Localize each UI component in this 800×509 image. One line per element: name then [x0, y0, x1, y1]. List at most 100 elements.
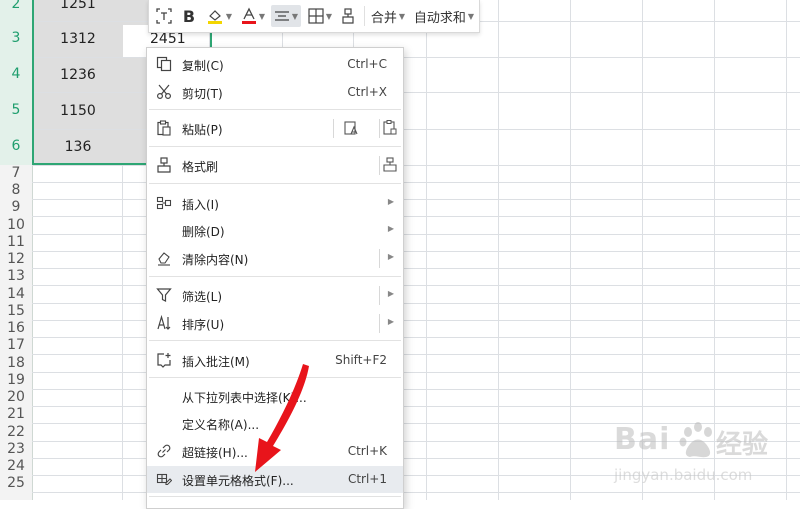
row-number[interactable]: 24 — [0, 458, 32, 474]
floating-toolbar: B ▼ ▼ ▼ ▼ 合并 ▼ 自动求和 ▼ — [148, 0, 480, 33]
cell-a2[interactable]: 1251 — [34, 0, 122, 12]
row-number[interactable]: 7 — [0, 165, 32, 181]
grid-vline — [570, 0, 571, 500]
eraser-icon — [155, 249, 173, 267]
autosum-button[interactable]: 自动求和 ▼ — [413, 5, 475, 27]
row-number[interactable]: 8 — [0, 182, 32, 198]
copy-icon — [155, 55, 173, 73]
format-painter-icon[interactable] — [337, 5, 359, 27]
row-number[interactable]: 5 — [0, 102, 32, 118]
row-number[interactable]: 12 — [0, 251, 32, 267]
scissors-icon — [155, 83, 173, 101]
row-number[interactable]: 19 — [0, 372, 32, 388]
row-number[interactable]: 16 — [0, 320, 32, 336]
submenu-arrow-icon: ▶ — [387, 289, 394, 298]
menu-item-format-painter[interactable]: 格式刷 — [147, 152, 403, 179]
menu-item-insert[interactable]: 插入(I) ▶ — [147, 190, 403, 217]
cell-a5[interactable]: 1150 — [34, 103, 122, 119]
align-center-button[interactable]: ▼ — [271, 5, 301, 27]
menu-label: 插入(I) — [182, 198, 219, 212]
borders-button[interactable]: ▼ — [305, 5, 335, 27]
menu-item-paste[interactable]: 粘贴(P) — [147, 115, 403, 142]
format-cells-icon — [155, 470, 173, 488]
row-number[interactable]: 14 — [0, 286, 32, 302]
sort-icon — [155, 314, 173, 332]
row-number[interactable]: 6 — [0, 138, 32, 154]
row-number[interactable]: 13 — [0, 268, 32, 284]
watermark-url: jingyan.baidu.com — [614, 466, 753, 484]
menu-separator — [149, 276, 401, 277]
insert-cells-icon — [155, 194, 173, 212]
row-number[interactable]: 3 — [0, 30, 32, 46]
red-arrow-annotation — [255, 364, 309, 472]
paste-values-icon[interactable] — [343, 119, 361, 137]
menu-label: 复制(C) — [182, 59, 224, 73]
row-number[interactable]: 4 — [0, 66, 32, 82]
row-number[interactable]: 25 — [0, 475, 32, 491]
autosum-label: 自动求和 — [413, 10, 466, 26]
menu-separator — [149, 146, 401, 147]
grid-vline — [498, 0, 499, 500]
row-number[interactable]: 10 — [0, 217, 32, 233]
paste-icon — [155, 119, 173, 137]
menu-item-clear[interactable]: 清除内容(N) ▶ — [147, 245, 403, 272]
cell-b3[interactable]: 2451 — [150, 31, 186, 47]
merge-button[interactable]: 合并 ▼ — [369, 5, 407, 27]
watermark-brand: Bai — [614, 422, 671, 457]
menu-shortcut: Shift+F2 — [335, 353, 387, 367]
row-number[interactable]: 22 — [0, 424, 32, 440]
menu-item-cut[interactable]: 剪切(T) Ctrl+X — [147, 79, 403, 106]
cell-a4[interactable]: 1236 — [34, 67, 122, 83]
submenu-arrow-icon: ▶ — [387, 317, 394, 326]
menu-label: 粘贴(P) — [182, 123, 223, 137]
row-number[interactable]: 15 — [0, 303, 32, 319]
menu-label: 清除内容(N) — [182, 253, 249, 267]
font-settings-icon[interactable] — [153, 5, 175, 27]
row-number[interactable]: 9 — [0, 199, 32, 215]
menu-label: 剪切(T) — [182, 87, 223, 101]
menu-separator — [149, 496, 401, 497]
row-number[interactable]: 21 — [0, 406, 32, 422]
menu-divider — [379, 286, 380, 305]
row-number[interactable]: 17 — [0, 337, 32, 353]
submenu-arrow-icon: ▶ — [387, 224, 394, 233]
menu-divider — [379, 156, 380, 175]
fill-color-button[interactable]: ▼ — [203, 5, 235, 27]
align-center-icon — [274, 11, 289, 21]
grid-vline — [426, 0, 427, 500]
row-number[interactable]: 18 — [0, 355, 32, 371]
menu-item-filter[interactable]: 筛选(L) ▶ — [147, 282, 403, 309]
menu-label: 格式刷 — [182, 160, 219, 174]
menu-label: 插入批注(M) — [182, 355, 250, 369]
menu-item-sort[interactable]: 排序(U) ▶ — [147, 310, 403, 337]
baidu-watermark: Bai 经验 jingyan.baidu.com — [612, 410, 800, 500]
menu-label: 排序(U) — [182, 318, 225, 332]
link-icon — [155, 442, 173, 460]
cell-a6[interactable]: 136 — [34, 139, 122, 155]
menu-divider — [379, 249, 380, 268]
menu-item-copy[interactable]: 复制(C) Ctrl+C — [147, 51, 403, 78]
font-color-button[interactable]: ▼ — [237, 5, 269, 27]
bold-icon[interactable]: B — [179, 5, 199, 27]
merge-label: 合并 — [370, 10, 397, 26]
format-painter-lock-icon[interactable] — [381, 156, 399, 174]
menu-label: 筛选(L) — [182, 290, 223, 304]
watermark-brand-cn: 经验 — [716, 430, 769, 460]
fill-bucket-icon — [207, 10, 222, 24]
submenu-arrow-icon: ▶ — [387, 197, 394, 206]
format-painter-icon — [155, 156, 173, 174]
menu-shortcut: Ctrl+1 — [347, 472, 387, 486]
menu-separator — [149, 109, 401, 110]
cell-a3[interactable]: 1312 — [34, 31, 122, 47]
row-number[interactable]: 20 — [0, 389, 32, 405]
comment-icon — [155, 351, 173, 369]
row-number[interactable]: 2 — [0, 0, 32, 12]
menu-separator — [149, 340, 401, 341]
menu-item-delete[interactable]: 删除(D) ▶ — [147, 217, 403, 244]
row-number[interactable]: 23 — [0, 441, 32, 457]
row-number[interactable]: 11 — [0, 234, 32, 250]
menu-separator — [149, 183, 401, 184]
menu-label: 删除(D) — [182, 225, 225, 239]
menu-divider — [379, 119, 380, 138]
paste-special-icon[interactable] — [381, 119, 399, 137]
